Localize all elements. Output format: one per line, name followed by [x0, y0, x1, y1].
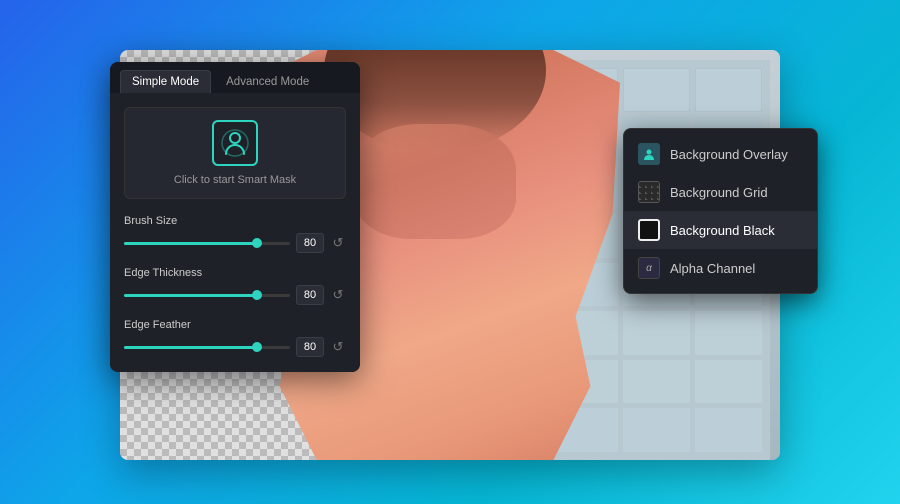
panel-tabs: Simple Mode Advanced Mode — [110, 62, 360, 93]
edge-thickness-track[interactable] — [124, 294, 290, 297]
window — [623, 408, 690, 452]
brush-size-label: Brush Size — [124, 215, 346, 227]
menu-item-overlay[interactable]: Background Overlay — [624, 135, 817, 173]
overlay-icon — [638, 143, 660, 165]
panel: Simple Mode Advanced Mode Click to start… — [110, 62, 360, 372]
edge-feather-group: Edge Feather 80 ↺ — [124, 319, 346, 357]
edge-feather-thumb[interactable] — [252, 342, 262, 352]
grid-icon — [638, 181, 660, 203]
smart-mask-icon — [212, 120, 258, 166]
menu-item-grid[interactable]: Background Grid — [624, 173, 817, 211]
background-dropdown-menu: Background Overlay Background Grid Backg… — [623, 128, 818, 294]
edge-feather-value[interactable]: 80 — [296, 337, 324, 357]
black-label: Background Black — [670, 223, 775, 238]
brush-size-track[interactable] — [124, 242, 290, 245]
window — [695, 408, 762, 452]
edge-feather-track[interactable] — [124, 346, 290, 349]
edge-feather-reset[interactable]: ↺ — [330, 339, 346, 355]
window — [695, 311, 762, 355]
edge-feather-label: Edge Feather — [124, 319, 346, 331]
edge-thickness-group: Edge Thickness 80 ↺ — [124, 267, 346, 305]
menu-item-alpha[interactable]: α Alpha Channel — [624, 249, 817, 287]
window — [695, 360, 762, 404]
brush-size-value[interactable]: 80 — [296, 233, 324, 253]
edge-thickness-thumb[interactable] — [252, 290, 262, 300]
brush-size-fill — [124, 242, 257, 245]
window — [623, 68, 690, 112]
person-mask-icon — [220, 128, 250, 158]
alpha-label: Alpha Channel — [670, 261, 755, 276]
alpha-icon: α — [638, 257, 660, 279]
panel-body: Click to start Smart Mask Brush Size 80 … — [110, 93, 360, 372]
edge-thickness-row: 80 ↺ — [124, 285, 346, 305]
overlay-label: Background Overlay — [670, 147, 788, 162]
edge-feather-fill — [124, 346, 257, 349]
tab-advanced-mode[interactable]: Advanced Mode — [215, 70, 320, 93]
brush-size-group: Brush Size 80 ↺ — [124, 215, 346, 253]
brush-size-row: 80 ↺ — [124, 233, 346, 253]
edge-feather-row: 80 ↺ — [124, 337, 346, 357]
brush-size-reset[interactable]: ↺ — [330, 235, 346, 251]
edge-thickness-value[interactable]: 80 — [296, 285, 324, 305]
menu-item-black[interactable]: Background Black — [624, 211, 817, 249]
smart-mask-button[interactable]: Click to start Smart Mask — [124, 107, 346, 199]
edge-thickness-reset[interactable]: ↺ — [330, 287, 346, 303]
window — [623, 360, 690, 404]
brush-size-thumb[interactable] — [252, 238, 262, 248]
smart-mask-label: Click to start Smart Mask — [174, 174, 296, 186]
tab-simple-mode[interactable]: Simple Mode — [120, 70, 211, 93]
black-icon — [638, 219, 660, 241]
window — [695, 68, 762, 112]
window — [623, 311, 690, 355]
edge-thickness-label: Edge Thickness — [124, 267, 346, 279]
edge-thickness-fill — [124, 294, 257, 297]
grid-label: Background Grid — [670, 185, 768, 200]
